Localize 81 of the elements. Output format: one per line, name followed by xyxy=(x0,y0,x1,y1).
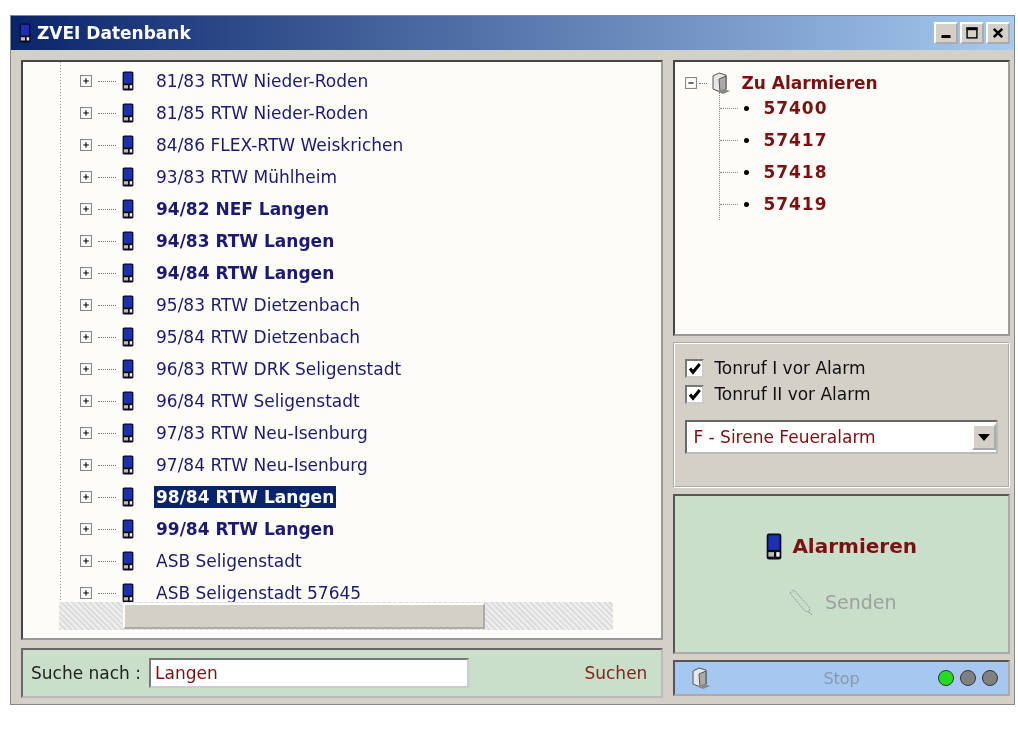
expand-icon[interactable] xyxy=(80,107,92,119)
alarm-button[interactable]: Alarmieren xyxy=(766,532,917,560)
bullet-icon xyxy=(744,137,750,143)
minimize-icon xyxy=(941,35,951,38)
pager-icon xyxy=(122,263,134,283)
tree-item[interactable]: 57400 xyxy=(763,98,828,118)
pager-icon xyxy=(122,295,134,315)
collapse-icon[interactable] xyxy=(685,77,698,89)
pager-icon xyxy=(122,359,134,379)
expand-icon[interactable] xyxy=(80,459,92,471)
tree-item[interactable]: 97/83 RTW Neu-Isenburg xyxy=(154,422,370,444)
pager-icon xyxy=(122,551,134,571)
expand-icon[interactable] xyxy=(80,427,92,439)
tree-item[interactable]: 93/83 RTW Mühlheim xyxy=(154,166,340,188)
pager-icon xyxy=(122,231,134,251)
tree-item[interactable]: 81/85 RTW Nieder-Roden xyxy=(154,102,371,124)
tree-item[interactable]: 96/84 RTW Seligenstadt xyxy=(154,390,362,412)
tree-item[interactable]: 98/84 RTW Langen xyxy=(154,486,337,508)
expand-icon[interactable] xyxy=(80,75,92,87)
pager-icon xyxy=(122,391,134,411)
bullet-icon xyxy=(744,105,750,111)
expand-icon[interactable] xyxy=(80,203,92,215)
expand-icon[interactable] xyxy=(80,555,92,567)
computer-icon xyxy=(689,666,712,690)
close-icon xyxy=(990,26,1006,40)
tree-item[interactable]: 81/83 RTW Nieder-Roden xyxy=(154,70,371,92)
tree-root[interactable]: Zu Alarmieren xyxy=(741,73,878,93)
checkbox[interactable] xyxy=(685,384,705,404)
tree-item[interactable]: 84/86 FLEX-RTW Weiskrichen xyxy=(154,134,406,156)
expand-icon[interactable] xyxy=(80,299,92,311)
tree-item[interactable]: ASB Seligenstadt xyxy=(154,550,304,572)
search-button[interactable]: Suchen xyxy=(578,663,654,683)
pager-icon xyxy=(122,71,134,91)
bullet-icon xyxy=(744,201,750,207)
tree-item[interactable]: 94/82 NEF Langen xyxy=(154,198,332,220)
tree-item[interactable]: 57417 xyxy=(763,130,828,150)
tree-item[interactable]: 96/83 RTW DRK Seligenstadt xyxy=(154,358,404,380)
tree-item[interactable]: ASB Seligenstadt 57645 xyxy=(154,582,364,604)
expand-icon[interactable] xyxy=(80,587,92,599)
expand-icon[interactable] xyxy=(80,139,92,151)
tree-item[interactable]: 57419 xyxy=(763,194,828,214)
expand-icon[interactable] xyxy=(80,331,92,343)
pager-icon xyxy=(122,199,134,219)
bullet-icon xyxy=(744,169,750,175)
pager-icon xyxy=(122,487,134,507)
tree-item[interactable]: 57418 xyxy=(763,162,828,182)
checkbox[interactable] xyxy=(685,358,705,378)
pager-icon xyxy=(766,532,783,560)
app-icon xyxy=(19,23,31,43)
tree-item[interactable]: 95/84 RTW Dietzenbach xyxy=(154,326,362,348)
expand-icon[interactable] xyxy=(80,491,92,503)
expand-icon[interactable] xyxy=(80,363,92,375)
expand-icon[interactable] xyxy=(80,395,92,407)
expand-icon[interactable] xyxy=(80,235,92,247)
pager-icon xyxy=(122,327,134,347)
window-title: ZVEI Datenbank xyxy=(37,23,191,43)
pager-icon xyxy=(122,103,134,123)
expand-icon[interactable] xyxy=(80,523,92,535)
pager-icon xyxy=(122,519,134,539)
pager-icon xyxy=(122,135,134,155)
pager-icon xyxy=(122,455,134,475)
tree-item[interactable]: 95/83 RTW Dietzenbach xyxy=(154,294,362,316)
signal-dropdown[interactable]: F - Sirene Feueralarm xyxy=(685,420,998,454)
search-field[interactable]: Langen xyxy=(149,658,469,688)
pager-icon xyxy=(122,583,134,603)
checkbox-label: Tonruf II vor Alarm xyxy=(714,384,871,404)
expand-icon[interactable] xyxy=(80,267,92,279)
maximize-button[interactable] xyxy=(960,22,984,44)
scroll-thumb[interactable] xyxy=(123,603,485,629)
maximize-icon xyxy=(964,26,980,40)
close-button[interactable] xyxy=(986,22,1010,44)
search-label: Suche nach : xyxy=(31,663,141,683)
tree-item[interactable]: 97/84 RTW Neu-Isenburg xyxy=(154,454,370,476)
minimize-button[interactable] xyxy=(934,22,958,44)
pager-icon xyxy=(122,167,134,187)
expand-icon[interactable] xyxy=(80,171,92,183)
tree-item[interactable]: 94/83 RTW Langen xyxy=(154,230,337,252)
tree-item[interactable]: 94/84 RTW Langen xyxy=(154,262,337,284)
checkbox-label: Tonruf I vor Alarm xyxy=(714,358,866,378)
tree-item[interactable]: 99/84 RTW Langen xyxy=(154,518,337,540)
pager-icon xyxy=(122,423,134,443)
